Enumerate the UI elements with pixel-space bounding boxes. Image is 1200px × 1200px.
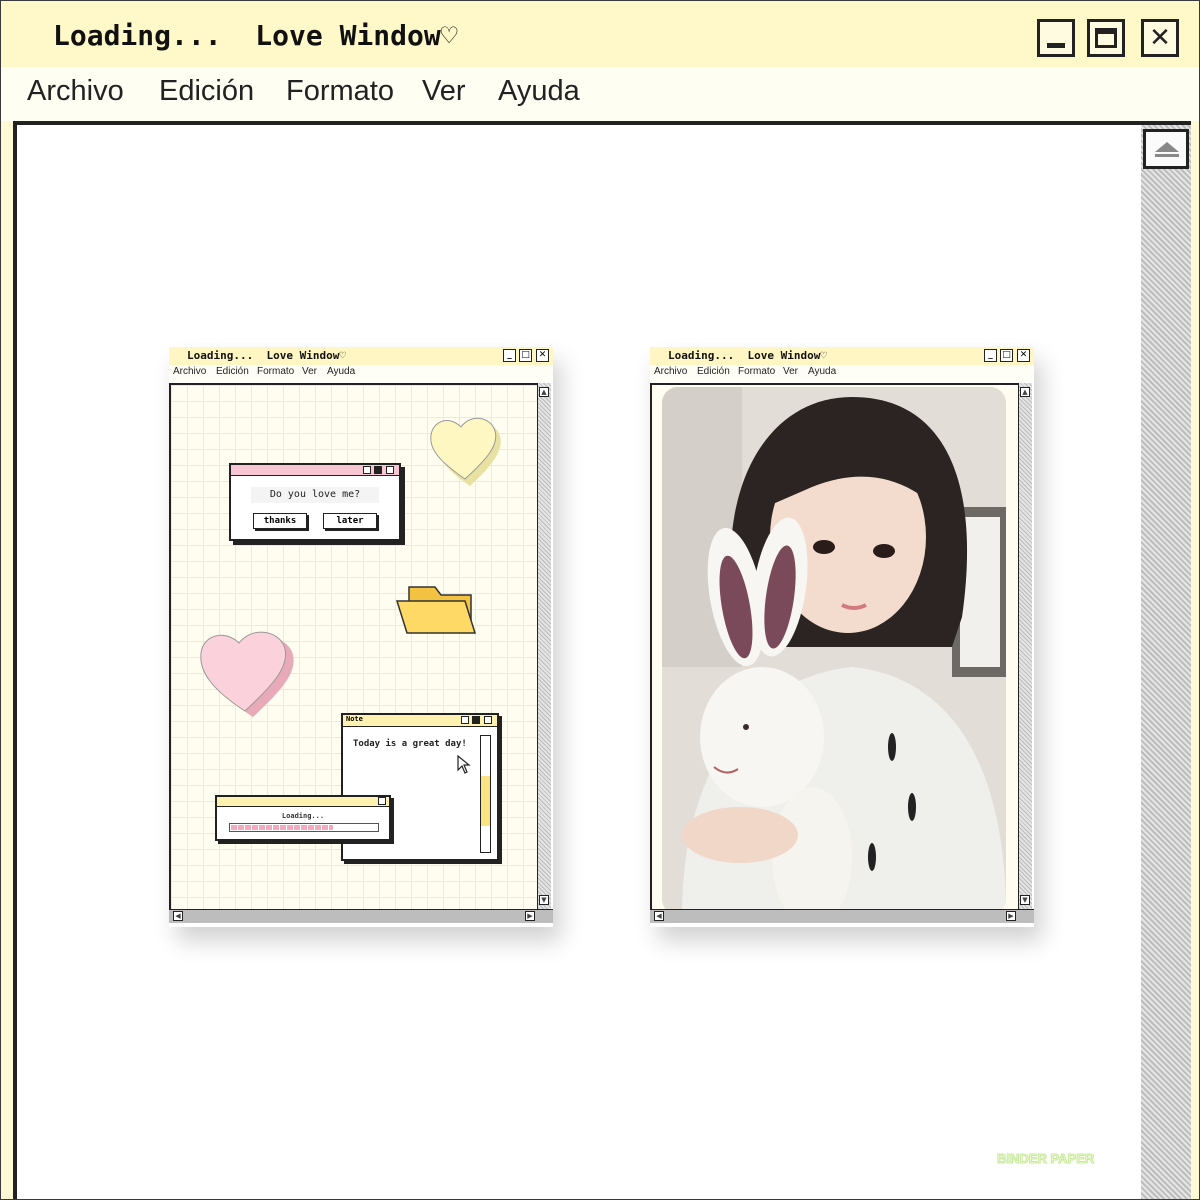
menu-archivo[interactable]: Archivo [27,75,124,108]
scroll-up-icon[interactable] [1143,129,1189,169]
love-dialog: Do you love me? thanks later [229,463,401,541]
note-scrollbar[interactable] [480,735,491,853]
mini-horizontal-scrollbar[interactable]: ◀ ▶ [650,909,1034,923]
maximize-icon [1095,28,1117,48]
close-icon[interactable]: ✕ [1017,349,1030,362]
menu-formato[interactable]: Formato [286,75,394,108]
close-icon: ✕ [1149,23,1171,53]
mini-menu-archivo[interactable]: Archivo [654,366,687,377]
mini-menu-ayuda[interactable]: Ayuda [808,366,836,377]
watermark: BINDER PAPER [996,1151,1095,1167]
mini-menu-formato[interactable]: Formato [738,366,775,377]
mini-menu-bar: Archivo Edición Formato Ver Ayuda [169,365,553,381]
maximize-icon[interactable] [374,466,382,474]
loading-text: Loading... [281,812,325,820]
mini-vertical-scrollbar[interactable]: ▲ ▼ [537,383,551,917]
window-title: Loading... Love Window♡ [53,19,458,52]
title-bar[interactable]: Loading... Love Window♡ ✕ [1,1,1199,67]
minimize-icon[interactable]: _ [503,349,516,362]
maximize-icon[interactable]: □ [1000,349,1013,362]
portrait-image [662,387,1006,915]
minimize-icon[interactable] [461,716,469,724]
mini-window-title: Loading... Love Window♡ [187,349,346,362]
menu-edicion[interactable]: Edición [159,75,254,108]
scroll-up-icon[interactable]: ▲ [1020,387,1030,397]
close-icon[interactable] [378,797,386,805]
scroll-left-icon[interactable]: ◀ [173,911,183,921]
thanks-button[interactable]: thanks [253,513,307,529]
mini-window-right: Loading... Love Window♡ _ □ ✕ Archivo Ed… [650,347,1034,927]
dialog-title-bar [231,465,399,476]
close-icon[interactable] [484,716,492,724]
mini-menu-formato[interactable]: Formato [257,366,294,377]
mini-content-photo [650,383,1018,917]
mini-window-left: Loading... Love Window♡ _ □ ✕ Archivo Ed… [169,347,553,927]
mini-menu-archivo[interactable]: Archivo [173,366,206,377]
cursor-icon [457,755,471,774]
dialog-question: Do you love me? [269,489,361,500]
mini-title-bar[interactable]: Loading... Love Window♡ _ □ ✕ [169,347,553,365]
minimize-icon[interactable] [363,466,371,474]
scroll-left-icon[interactable]: ◀ [654,911,664,921]
mini-menu-ver[interactable]: Ver [783,366,798,377]
loading-window: Loading... [215,795,391,841]
mini-vertical-scrollbar[interactable]: ▲ ▼ [1018,383,1032,917]
minimize-icon [1047,42,1065,48]
mini-menu-ayuda[interactable]: Ayuda [327,366,355,377]
menu-ayuda[interactable]: Ayuda [498,75,580,108]
mini-window-title: Loading... Love Window♡ [668,349,827,362]
heart-icon [200,631,294,717]
love-window: Loading... Love Window♡ ✕ Archivo Edició… [0,0,1200,1200]
maximize-button[interactable] [1087,19,1125,57]
later-button[interactable]: later [323,513,377,529]
loading-title-bar [217,797,389,807]
note-title-bar: Note [343,715,497,727]
scroll-right-icon[interactable]: ▶ [525,911,535,921]
scroll-right-icon[interactable]: ▶ [1006,911,1016,921]
mini-menu-edicion[interactable]: Edición [216,366,249,377]
mini-menu-edicion[interactable]: Edición [697,366,730,377]
close-icon[interactable]: ✕ [536,349,549,362]
close-icon[interactable] [386,466,394,474]
note-title: Note [346,715,363,723]
minimize-button[interactable] [1037,19,1075,57]
mini-horizontal-scrollbar[interactable]: ◀ ▶ [169,909,553,923]
minimize-icon[interactable]: _ [984,349,997,362]
mini-title-bar[interactable]: Loading... Love Window♡ _ □ ✕ [650,347,1034,365]
loading-progress-bar [229,823,379,832]
note-text: Today is a great day! [353,739,467,749]
maximize-icon[interactable] [472,716,480,724]
note-scroll-thumb[interactable] [481,776,490,826]
vertical-scrollbar[interactable] [1141,121,1191,1199]
scroll-down-icon[interactable]: ▼ [1020,895,1030,905]
folder-icon [395,586,477,634]
maximize-icon[interactable]: □ [519,349,532,362]
mini-content-grid: Do you love me? thanks later Note Today … [169,383,537,917]
scroll-down-icon[interactable]: ▼ [539,895,549,905]
close-button[interactable]: ✕ [1141,19,1179,57]
portrait-photo [662,387,1006,915]
mini-menu-bar: Archivo Edición Formato Ver Ayuda [650,365,1034,381]
loading-progress-fill [231,825,334,830]
scroll-up-icon[interactable]: ▲ [539,387,549,397]
menu-ver[interactable]: Ver [422,75,466,108]
mini-menu-ver[interactable]: Ver [302,366,317,377]
heart-icon [430,417,501,486]
